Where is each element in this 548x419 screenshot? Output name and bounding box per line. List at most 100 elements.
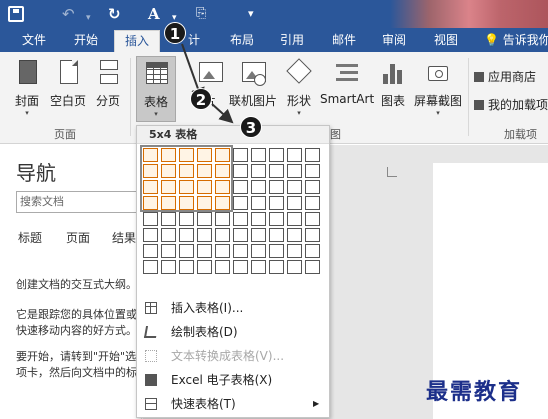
store-icon: [474, 72, 484, 82]
font-size-icon[interactable]: A: [148, 4, 160, 24]
my-addins-label: 我的加载项: [488, 98, 548, 112]
format-painter-icon[interactable]: ⎘: [196, 4, 206, 24]
customize-quick-access-icon[interactable]: ▾: [248, 4, 254, 24]
table-grid-cell[interactable]: [287, 260, 302, 274]
table-grid-cell[interactable]: [269, 212, 284, 226]
nav-tab-pages[interactable]: 页面: [66, 229, 90, 246]
table-grid-cell[interactable]: [233, 180, 248, 194]
tab-mailings[interactable]: 邮件: [322, 28, 366, 52]
undo-icon[interactable]: ↶: [62, 4, 75, 24]
table-grid-cell[interactable]: [251, 164, 266, 178]
table-grid-cell[interactable]: [305, 196, 320, 210]
table-grid-cell[interactable]: [269, 164, 284, 178]
table-grid-cell[interactable]: [251, 196, 266, 210]
table-grid-cell[interactable]: [161, 212, 176, 226]
my-addins-button[interactable]: 我的加载项: [474, 96, 548, 113]
nav-tab-headings[interactable]: 标题: [18, 229, 42, 246]
table-grid-cell[interactable]: [215, 244, 230, 258]
page-break-button[interactable]: 分页: [92, 56, 124, 122]
table-grid-cell[interactable]: [161, 260, 176, 274]
insert-table-item[interactable]: 插入表格(I)...: [137, 296, 329, 320]
tab-file[interactable]: 文件: [14, 28, 54, 52]
table-grid-cell[interactable]: [197, 244, 212, 258]
save-icon[interactable]: [8, 6, 24, 22]
excel-sheet-item[interactable]: Excel 电子表格(X): [137, 368, 329, 392]
table-grid-cell[interactable]: [179, 212, 194, 226]
table-grid-cell[interactable]: [251, 260, 266, 274]
table-grid-cell[interactable]: [287, 148, 302, 162]
nav-tab-results[interactable]: 结果: [112, 229, 136, 246]
table-grid[interactable]: [140, 145, 325, 280]
table-grid-cell[interactable]: [143, 212, 158, 226]
table-grid-cell[interactable]: [233, 212, 248, 226]
table-grid-cell[interactable]: [251, 148, 266, 162]
repeat-icon[interactable]: ↻: [108, 4, 121, 24]
table-grid-cell[interactable]: [251, 180, 266, 194]
table-grid-cell[interactable]: [179, 260, 194, 274]
table-grid-cell[interactable]: [287, 196, 302, 210]
store-button[interactable]: 应用商店: [474, 68, 536, 85]
table-grid-cell[interactable]: [233, 196, 248, 210]
table-grid-cell[interactable]: [233, 148, 248, 162]
table-grid-cell[interactable]: [269, 260, 284, 274]
table-grid-cell[interactable]: [233, 228, 248, 242]
table-grid-cell[interactable]: [269, 244, 284, 258]
table-grid-cell[interactable]: [233, 244, 248, 258]
table-grid-cell[interactable]: [305, 148, 320, 162]
table-grid-cell[interactable]: [287, 164, 302, 178]
table-grid-cell[interactable]: [269, 180, 284, 194]
table-grid-cell[interactable]: [179, 244, 194, 258]
table-grid-cell[interactable]: [269, 196, 284, 210]
table-grid-cell[interactable]: [305, 228, 320, 242]
table-grid-cell[interactable]: [161, 244, 176, 258]
screenshot-button[interactable]: 屏幕截图 ▾: [412, 56, 464, 122]
table-grid-cell[interactable]: [287, 212, 302, 226]
cover-page-button[interactable]: 封面 ▾: [10, 56, 44, 122]
smartart-button[interactable]: SmartArt: [320, 56, 374, 122]
table-grid-cell[interactable]: [161, 228, 176, 242]
callout-1: 1: [164, 22, 186, 44]
table-grid-cell[interactable]: [215, 228, 230, 242]
chart-button[interactable]: 图表: [378, 56, 408, 122]
table-grid-cell[interactable]: [305, 164, 320, 178]
shapes-button[interactable]: 形状 ▾: [284, 56, 314, 122]
page-break-label: 分页: [95, 94, 120, 108]
table-grid-cell[interactable]: [215, 212, 230, 226]
tab-home[interactable]: 开始: [62, 28, 110, 52]
table-grid-cell[interactable]: [179, 228, 194, 242]
tab-references[interactable]: 引用: [270, 28, 314, 52]
online-picture-button[interactable]: 联机图片: [228, 56, 278, 122]
table-grid-cell[interactable]: [305, 180, 320, 194]
tab-insert[interactable]: 插入: [114, 30, 160, 52]
tell-me-box[interactable]: 💡 告诉我你: [484, 28, 548, 52]
table-grid-cell[interactable]: [251, 228, 266, 242]
table-grid-cell[interactable]: [143, 260, 158, 274]
table-grid-cell[interactable]: [287, 180, 302, 194]
table-grid-cell[interactable]: [269, 228, 284, 242]
tab-review[interactable]: 审阅: [372, 28, 416, 52]
table-button[interactable]: 表格 ▾: [136, 56, 176, 122]
draw-table-item[interactable]: 绘制表格(D): [137, 320, 329, 344]
table-grid-cell[interactable]: [143, 244, 158, 258]
table-grid-cell[interactable]: [197, 260, 212, 274]
tab-view[interactable]: 视图: [424, 28, 468, 52]
table-grid-cell[interactable]: [215, 260, 230, 274]
quick-tables-item[interactable]: 快速表格(T) ▶: [137, 392, 329, 416]
undo-dropdown-icon[interactable]: ▾: [86, 8, 91, 28]
table-grid-cell[interactable]: [305, 260, 320, 274]
table-grid-cell[interactable]: [197, 212, 212, 226]
table-grid-cell[interactable]: [251, 212, 266, 226]
table-grid-cell[interactable]: [251, 244, 266, 258]
table-grid-cell[interactable]: [305, 212, 320, 226]
table-grid-cell[interactable]: [287, 244, 302, 258]
table-grid-cell[interactable]: [197, 228, 212, 242]
table-grid-cell[interactable]: [269, 148, 284, 162]
blank-page-button[interactable]: 空白页: [48, 56, 88, 122]
nav-search-input[interactable]: 搜索文档: [16, 191, 140, 213]
tab-layout[interactable]: 布局: [220, 28, 264, 52]
table-grid-cell[interactable]: [287, 228, 302, 242]
table-grid-cell[interactable]: [305, 244, 320, 258]
table-grid-cell[interactable]: [143, 228, 158, 242]
table-grid-cell[interactable]: [233, 164, 248, 178]
table-grid-cell[interactable]: [233, 260, 248, 274]
